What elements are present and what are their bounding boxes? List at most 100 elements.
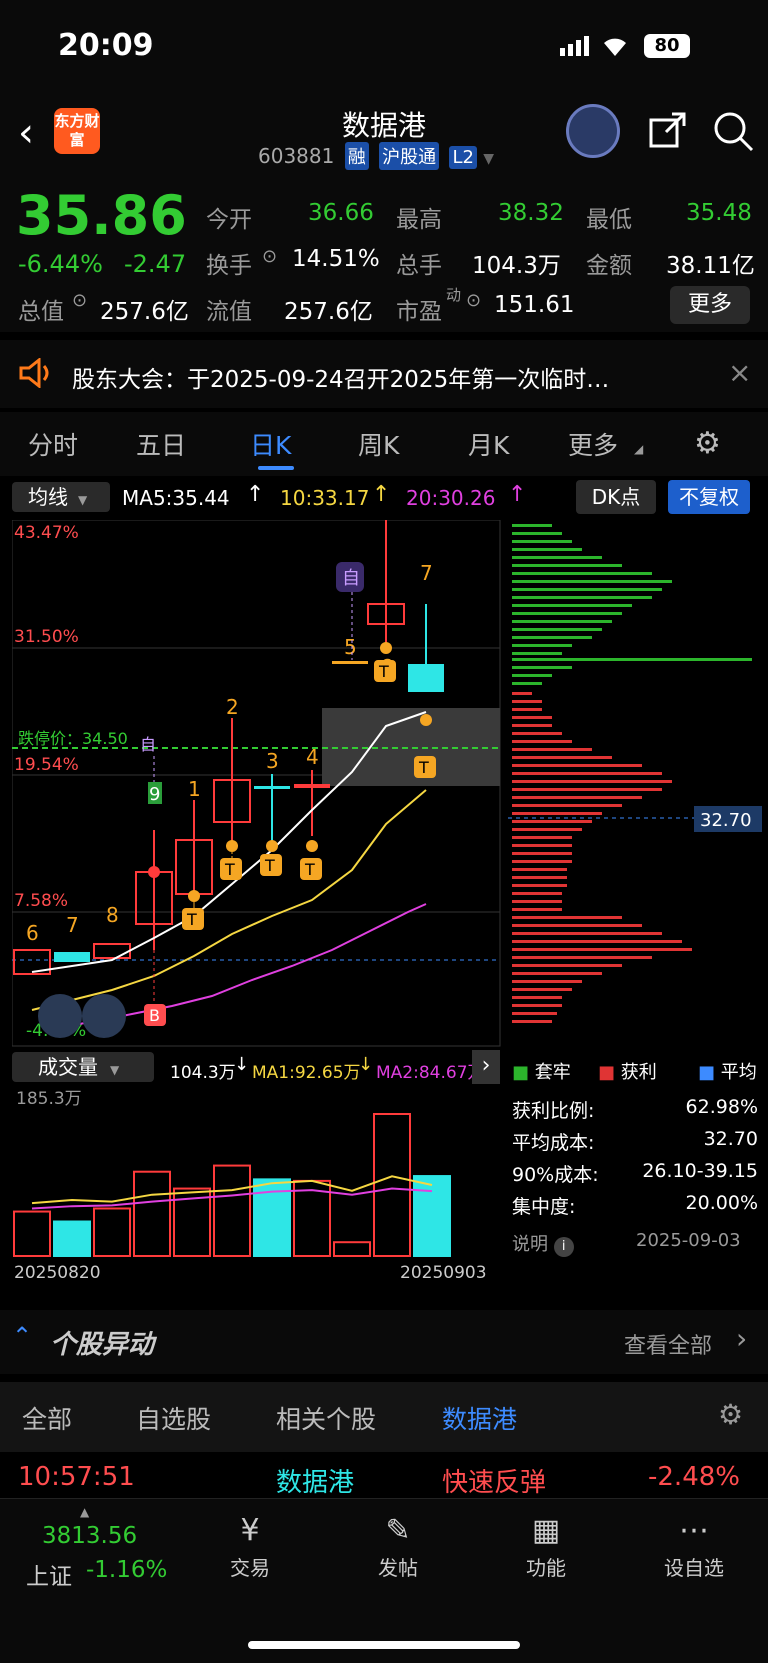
robot-avatar-icon[interactable] (566, 104, 620, 158)
stock-header: ‹ 东方财富 数据港 603881 融 沪股通 L2 ▼ (0, 96, 768, 180)
value-turnover: 14.51% (292, 246, 380, 272)
more-dots-icon: ⋯ (679, 1513, 709, 1548)
value-open: 36.66 (308, 200, 374, 226)
tab-weekly[interactable]: 周K (358, 426, 399, 462)
stock-code-row[interactable]: 603881 融 沪股通 L2 ▼ (258, 142, 494, 170)
info-icon[interactable]: ⊙ (466, 290, 481, 311)
volume-bar (213, 1164, 251, 1257)
ma-select[interactable]: 均线 ▼ (12, 482, 110, 512)
battery-icon: 80 (644, 34, 690, 58)
nav-trade[interactable]: ¥ 交易 (190, 1513, 310, 1581)
index-pct: -1.16% (86, 1557, 168, 1583)
ma-select-label: 均线 (28, 485, 68, 509)
nav-add-watchlist[interactable]: ⋯ 设自选 (634, 1513, 754, 1581)
index-widget[interactable]: ▲ 3813.56 上证 -1.16% (20, 1505, 180, 1590)
active-tab-indicator (258, 466, 294, 470)
count-mark: 2 (226, 695, 239, 719)
close-icon[interactable]: × (728, 356, 751, 389)
volume-chart[interactable]: 185.3万 20250820 20250903 (12, 1086, 502, 1282)
count-mark: 6 (26, 921, 39, 945)
vol-ma1-value: MA1:92.65万 (252, 1063, 361, 1083)
value-volume: 104.3万 (472, 253, 561, 279)
chip-bars-loss (512, 524, 752, 685)
ma10-arrow-icon: ↑ (372, 482, 391, 507)
adjust-button[interactable]: 不复权 (668, 480, 750, 514)
count-mark: 1 (188, 777, 201, 801)
candle (408, 664, 444, 692)
movement-tab-watchlist[interactable]: 自选股 (136, 1400, 211, 1436)
info-icon[interactable]: ⊙ (72, 290, 87, 311)
volume-value: 104.3万 (170, 1063, 236, 1083)
t-chip: T (304, 860, 315, 879)
legend-profit: ■ 获利 (598, 1062, 657, 1083)
view-all-link[interactable]: 查看全部 (624, 1328, 712, 1360)
info-icon[interactable]: ⊙ (262, 246, 277, 267)
count-mark: 3 (266, 749, 279, 773)
chip-distribution: 32.70 (508, 524, 762, 1023)
speaker-icon (18, 356, 52, 392)
vol-ma2-line (31, 1187, 433, 1210)
collapse-icon[interactable]: ⌃ (12, 1322, 32, 1350)
settings-gear-icon[interactable]: ⚙ (718, 1398, 743, 1431)
movement-tab-stock[interactable]: 数据港 (442, 1400, 517, 1436)
movement-header: ⌃ 个股异动 查看全部 › (0, 1310, 768, 1374)
fullscreen-icon[interactable] (82, 994, 126, 1038)
tab-more[interactable]: 更多 (568, 426, 618, 462)
explain-link[interactable]: 说明 i (512, 1230, 574, 1257)
nav-trade-label: 交易 (230, 1556, 270, 1580)
movement-title: 个股异动 (50, 1330, 155, 1360)
edit-icon: ✎ (385, 1513, 411, 1548)
volume-toolbar: 成交量 ▼ 104.3万 ↓ MA1:92.65万 ↓ MA2:84.67万 › (0, 1050, 500, 1086)
candle (294, 784, 330, 788)
status-time: 20:09 (58, 28, 154, 63)
nav-functions-label: 功能 (526, 1556, 566, 1580)
legend-avg-label: 平均 (720, 1062, 757, 1083)
t-chip: T (224, 860, 235, 879)
chevron-down-icon: ▼ (483, 151, 495, 167)
volume-max-label: 185.3万 (16, 1089, 82, 1109)
tab-intraday[interactable]: 分时 (28, 426, 78, 462)
announcement-bar[interactable]: 股东大会：于2025-09-24召开2025年第一次临时… × (0, 340, 768, 408)
chip-bars-profit (512, 692, 692, 1023)
count-mark: 7 (420, 561, 433, 585)
tab-daily[interactable]: 日K (250, 426, 291, 462)
volume-down-arrow-icon: ↓ (234, 1054, 250, 1075)
nav-add-watchlist-label: 设自选 (664, 1556, 724, 1580)
buy-mark: B (149, 1006, 160, 1025)
label-amount: 金额 (586, 253, 632, 279)
candle (254, 786, 290, 789)
battery-level: 80 (654, 35, 680, 56)
volume-bar (333, 1241, 371, 1257)
chevron-right-icon[interactable]: › (472, 1050, 500, 1084)
period-tabs: 分时 五日 日K 周K 月K 更多 ◢ ⚙ (0, 412, 768, 476)
volume-bar (413, 1175, 451, 1257)
candle (54, 952, 90, 962)
movement-event: 快速反弹 (442, 1468, 547, 1498)
stock-code: 603881 (258, 144, 335, 168)
stat-profit-ratio: 获利比例: 62.98% (512, 1096, 758, 1122)
nav-functions[interactable]: ▦ 功能 (486, 1513, 606, 1581)
vol-ma1-arrow-icon: ↓ (358, 1054, 374, 1075)
settings-gear-icon[interactable]: ⚙ (694, 426, 721, 461)
chevron-right-icon[interactable]: › (736, 1322, 747, 1355)
nav-post[interactable]: ✎ 发帖 (338, 1513, 458, 1581)
movement-tab-all[interactable]: 全部 (22, 1400, 72, 1436)
volume-select[interactable]: 成交量 ▼ (12, 1052, 154, 1082)
search-icon[interactable] (712, 110, 754, 156)
value-pe: 151.61 (494, 292, 575, 318)
dk-point-label: DK点 (591, 485, 641, 509)
kline-chart[interactable]: 43.47% 31.50% 19.54% 7.58% -4.39% 跌停价：34… (12, 520, 502, 1048)
volume-select-label: 成交量 (38, 1055, 98, 1079)
y-label: 7.58% (14, 891, 68, 911)
tab-monthly[interactable]: 月K (468, 426, 509, 462)
share-icon[interactable] (648, 110, 688, 154)
wifi-icon (600, 34, 630, 60)
legend-loss: ■ 套牢 (512, 1062, 571, 1083)
expand-icon[interactable] (38, 994, 82, 1038)
movement-tab-related[interactable]: 相关个股 (276, 1400, 376, 1436)
dk-point-button[interactable]: DK点 (576, 480, 656, 514)
movement-row[interactable]: 10:57:51 数据港 快速反弹 -2.48% (0, 1456, 768, 1500)
more-button[interactable]: 更多 (670, 286, 750, 324)
status-bar: 20:09 80 (0, 0, 768, 96)
tab-five-day[interactable]: 五日 (136, 426, 186, 462)
